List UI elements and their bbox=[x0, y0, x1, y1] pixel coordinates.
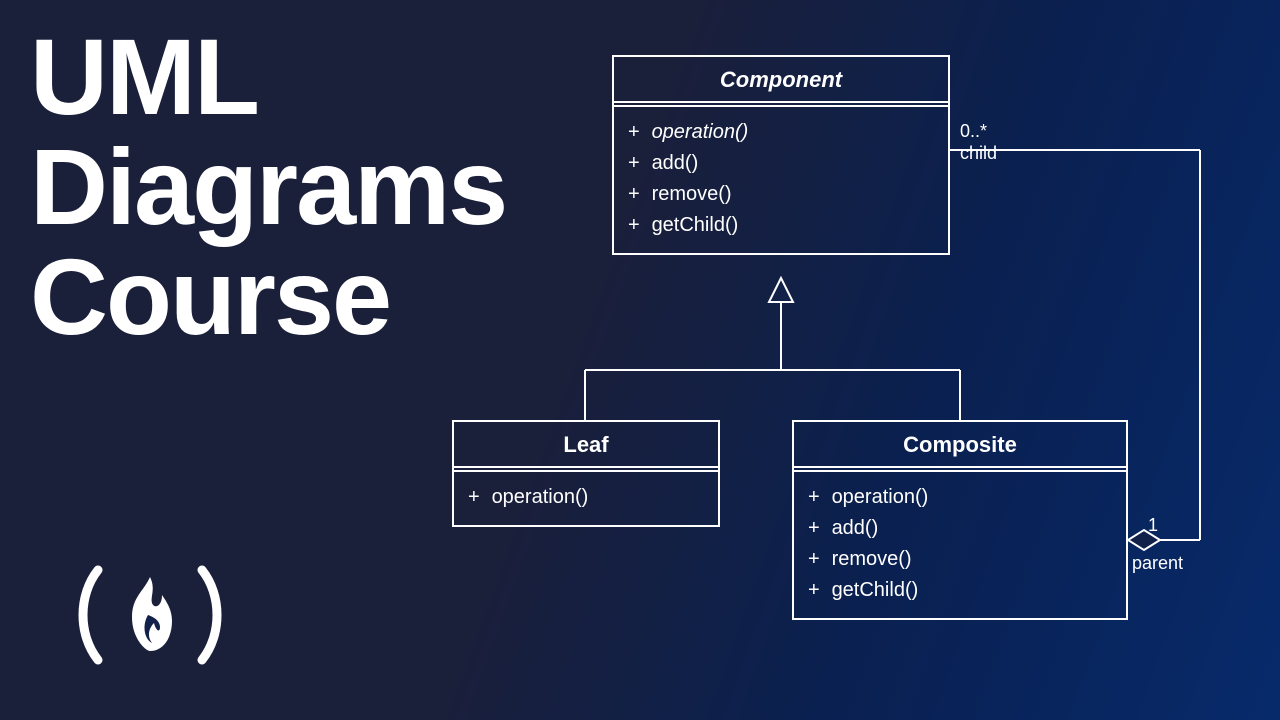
method-row: + getChild() bbox=[628, 210, 934, 241]
class-methods-component: + operation() + add() + remove() + getCh… bbox=[614, 107, 948, 253]
method-row: + remove() bbox=[808, 544, 1112, 575]
uml-class-composite: Composite + operation() + add() + remove… bbox=[792, 420, 1128, 620]
method-row: + operation() bbox=[628, 117, 934, 148]
method-row: + remove() bbox=[628, 179, 934, 210]
class-methods-leaf: + operation() bbox=[454, 472, 718, 525]
class-name-component: Component bbox=[614, 57, 948, 103]
role-parent: parent bbox=[1132, 552, 1183, 575]
method-row: + add() bbox=[628, 148, 934, 179]
uml-class-leaf: Leaf + operation() bbox=[452, 420, 720, 527]
multiplicity-parent: 1 bbox=[1148, 514, 1158, 537]
class-name-composite: Composite bbox=[794, 422, 1126, 468]
method-row: + getChild() bbox=[808, 575, 1112, 606]
method-row: + operation() bbox=[808, 482, 1112, 513]
method-row: + operation() bbox=[468, 482, 704, 513]
method-row: + add() bbox=[808, 513, 1112, 544]
multiplicity-child: 0..* bbox=[960, 120, 987, 143]
uml-class-component: Component + operation() + add() + remove… bbox=[612, 55, 950, 255]
class-methods-composite: + operation() + add() + remove() + getCh… bbox=[794, 472, 1126, 618]
class-name-leaf: Leaf bbox=[454, 422, 718, 468]
role-child: child bbox=[960, 142, 997, 165]
